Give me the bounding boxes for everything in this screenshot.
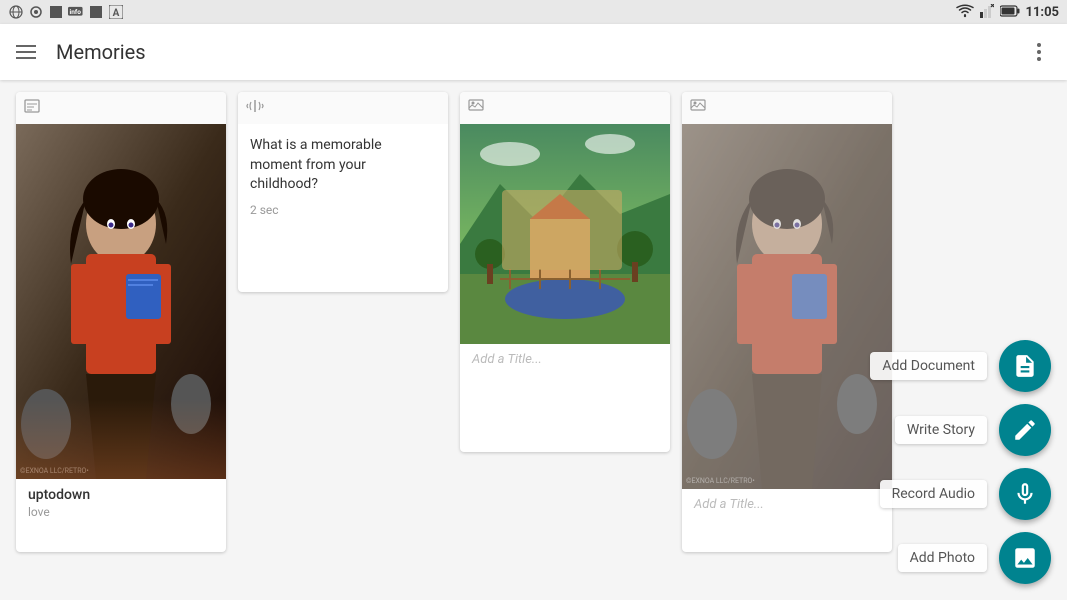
app-icon-globe (8, 4, 24, 20)
add-photo-button[interactable] (999, 532, 1051, 584)
app-icon-box2 (88, 4, 104, 20)
fab-row-record-audio: Record Audio (880, 468, 1051, 520)
card-4-icon-bar (682, 92, 892, 124)
battery-icon (1000, 5, 1020, 20)
card-1-image: ©EXNOA LLC/RETRO• (16, 124, 226, 479)
time-display: 11:05 (1026, 5, 1060, 20)
wifi-icon (956, 4, 974, 21)
signal-icon (980, 4, 994, 21)
card-2-story: What is a memorable moment from your chi… (250, 136, 436, 195)
card-3-type-icon (468, 99, 484, 117)
fab-row-add-photo: Add Photo (898, 532, 1051, 584)
record-audio-label: Record Audio (880, 480, 987, 508)
card-4-type-icon (690, 99, 706, 117)
svg-text:info: info (70, 8, 82, 16)
status-bar-left: info A (8, 4, 124, 20)
fab-area: Add Document Write Story Record Audio (870, 340, 1051, 584)
card-1-name: uptodown (28, 487, 214, 503)
hamburger-menu-button[interactable] (16, 40, 40, 64)
card-4-watermark: ©EXNOA LLC/RETRO• (686, 477, 755, 485)
write-story-button[interactable] (999, 404, 1051, 456)
app-icon-info: info (68, 4, 84, 20)
svg-text:A: A (113, 8, 120, 19)
card-1-subtitle: love (28, 505, 214, 519)
app-title: Memories (56, 40, 1027, 64)
memory-card-1[interactable]: ©EXNOA LLC/RETRO• uptodown love (16, 92, 226, 552)
add-photo-label: Add Photo (898, 544, 987, 572)
card-4-add-title[interactable]: Add a Title... (682, 489, 892, 520)
status-bar-right: 11:05 (956, 4, 1060, 21)
card-3-image (460, 124, 670, 344)
card-1-info: uptodown love (16, 479, 226, 527)
card-2-timestamp: 2 sec (250, 203, 436, 217)
fab-row-write-story: Write Story (895, 404, 1051, 456)
fab-row-add-document: Add Document (870, 340, 1051, 392)
app-icon-a: A (108, 4, 124, 20)
card-1-type-icon (24, 98, 40, 118)
add-document-label: Add Document (870, 352, 987, 380)
card-3-icon-bar (460, 92, 670, 124)
more-options-button[interactable] (1027, 40, 1051, 64)
memory-card-3[interactable]: Add a Title... (460, 92, 670, 452)
card-1-icon-bar (16, 92, 226, 124)
add-document-button[interactable] (999, 340, 1051, 392)
memory-card-4[interactable]: ©EXNOA LLC/RETRO• Add a Title... (682, 92, 892, 552)
main-content: ©EXNOA LLC/RETRO• uptodown love (0, 80, 1067, 600)
memory-card-2[interactable]: What is a memorable moment from your chi… (238, 92, 448, 292)
card-2-type-icon (246, 99, 264, 117)
app-icon-box1 (48, 4, 64, 20)
app-bar: Memories (0, 24, 1067, 80)
card-1-watermark: ©EXNOA LLC/RETRO• (20, 467, 89, 475)
write-story-label: Write Story (895, 416, 987, 444)
status-bar: info A (0, 0, 1067, 24)
record-audio-button[interactable] (999, 468, 1051, 520)
app-icon-circle (28, 4, 44, 20)
card-3-add-title[interactable]: Add a Title... (460, 344, 670, 375)
card-2-icon-bar (238, 92, 448, 124)
card-2-text: What is a memorable moment from your chi… (238, 124, 448, 229)
card-4-image: ©EXNOA LLC/RETRO• (682, 124, 892, 489)
